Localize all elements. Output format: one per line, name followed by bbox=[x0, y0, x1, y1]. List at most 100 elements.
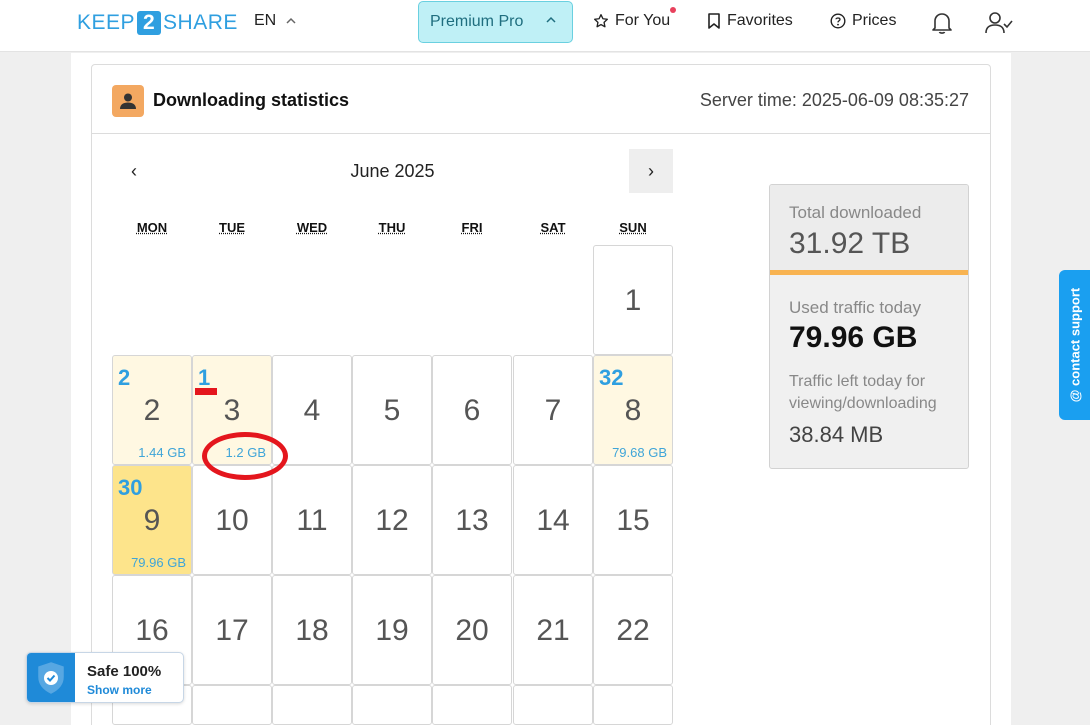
keep2share-logo[interactable]: KEEP 2 SHARE bbox=[77, 11, 238, 35]
calendar-day-17[interactable]: 17 bbox=[192, 575, 272, 685]
used-traffic-value: 79.96 GB bbox=[789, 321, 918, 354]
day-number: 12 bbox=[375, 504, 409, 537]
nav-prices[interactable]: Prices bbox=[830, 12, 896, 30]
day-number: 3 bbox=[223, 394, 241, 427]
next-month-button[interactable]: › bbox=[629, 149, 673, 193]
premium-pro-dropdown[interactable]: Premium Pro bbox=[418, 1, 573, 43]
weekday-header: FRI bbox=[461, 220, 483, 235]
nav-favorites[interactable]: Favorites bbox=[707, 12, 793, 30]
language-label: EN bbox=[254, 12, 277, 29]
premium-pro-label: Premium Pro bbox=[430, 13, 524, 30]
notifications-button[interactable] bbox=[929, 10, 955, 36]
weekday-header: THU bbox=[378, 220, 406, 235]
traffic-size: 79.68 GB bbox=[612, 445, 667, 460]
day-number: 20 bbox=[455, 614, 489, 647]
day-number: 14 bbox=[536, 504, 570, 537]
calendar-day-14[interactable]: 14 bbox=[513, 465, 593, 575]
calendar-day-cell[interactable] bbox=[593, 685, 673, 725]
calendar-day-20[interactable]: 20 bbox=[432, 575, 512, 685]
day-number: 5 bbox=[383, 394, 401, 427]
chevron-up-icon bbox=[546, 16, 556, 23]
safe-badge-title: Safe 100% bbox=[87, 663, 162, 680]
weekday-header: MON bbox=[136, 220, 168, 235]
calendar-day-12[interactable]: 12 bbox=[352, 465, 432, 575]
day-number: 9 bbox=[143, 504, 161, 537]
contact-support-label: @ contact support bbox=[1067, 287, 1082, 403]
day-number: 19 bbox=[375, 614, 409, 647]
nav-for-you-label: For You bbox=[615, 12, 671, 29]
weekday-header: TUE bbox=[219, 220, 245, 235]
card-header: Downloading statistics Server time: 2025… bbox=[92, 65, 990, 134]
user-icon bbox=[112, 85, 144, 117]
calendar-day-22[interactable]: 22 bbox=[593, 575, 673, 685]
logo-text-share: SHARE bbox=[163, 11, 238, 34]
total-downloaded-label: Total downloaded bbox=[789, 203, 922, 222]
logo-badge-2: 2 bbox=[137, 11, 162, 35]
day-number: 6 bbox=[463, 394, 481, 427]
weekday-header: SUN bbox=[619, 220, 647, 235]
calendar-day-cell[interactable] bbox=[352, 685, 432, 725]
day-number: 8 bbox=[624, 394, 642, 427]
show-more-link[interactable]: Show more bbox=[87, 683, 152, 697]
file-count: 32 bbox=[599, 365, 624, 390]
calendar-day-cell[interactable] bbox=[432, 685, 512, 725]
traffic-left-value: 38.84 MB bbox=[789, 422, 884, 447]
server-time: Server time: 2025-06-09 08:35:27 bbox=[699, 90, 969, 110]
nav-for-you[interactable]: For You bbox=[593, 12, 670, 30]
day-number: 18 bbox=[295, 614, 329, 647]
day-number: 22 bbox=[616, 614, 650, 647]
calendar-day-15[interactable]: 15 bbox=[593, 465, 673, 575]
calendar-day-cell[interactable] bbox=[272, 685, 352, 725]
bell-icon bbox=[932, 13, 952, 34]
weekday-header: SAT bbox=[540, 220, 566, 235]
day-number: 7 bbox=[544, 394, 562, 427]
calendar-day-13[interactable]: 13 bbox=[432, 465, 512, 575]
calendar-day-19[interactable]: 19 bbox=[352, 575, 432, 685]
calendar-day-18[interactable]: 18 bbox=[272, 575, 352, 685]
calendar-day-6[interactable]: 6 bbox=[432, 355, 512, 465]
shield-check-icon bbox=[27, 653, 75, 702]
calendar-day-cell[interactable] bbox=[192, 685, 272, 725]
card-title: Downloading statistics bbox=[153, 90, 350, 110]
safe-badge[interactable]: Safe 100% Show more bbox=[26, 652, 184, 703]
calendar-day-8[interactable]: 32 8 79.68 GB bbox=[593, 355, 673, 465]
day-number: 2 bbox=[143, 394, 161, 427]
account-button[interactable] bbox=[985, 10, 1013, 36]
calendar-month-label: June 2025 bbox=[350, 161, 435, 181]
nav-prices-label: Prices bbox=[852, 12, 897, 29]
day-number: 16 bbox=[135, 614, 169, 647]
weekday-header: WED bbox=[296, 220, 328, 235]
language-selector[interactable]: EN bbox=[254, 12, 296, 30]
red-circle-annotation bbox=[202, 432, 288, 480]
red-dash-annotation bbox=[195, 388, 217, 395]
calendar-day-5[interactable]: 5 bbox=[352, 355, 432, 465]
calendar-day-10[interactable]: 10 bbox=[192, 465, 272, 575]
day-number: 10 bbox=[215, 504, 249, 537]
day-number: 11 bbox=[296, 504, 328, 537]
file-count: 30 bbox=[118, 475, 143, 500]
traffic-stats-panel: Total downloaded 31.92 TB Used traffic t… bbox=[769, 184, 969, 469]
star-icon bbox=[594, 14, 608, 28]
notification-dot bbox=[670, 7, 676, 13]
traffic-size: 1.44 GB bbox=[138, 445, 186, 460]
top-navigation-bar: KEEP 2 SHARE EN Premium Pro For You Favo… bbox=[0, 0, 1090, 52]
total-downloaded-value: 31.92 TB bbox=[789, 227, 911, 260]
calendar-day-1[interactable]: 1 bbox=[593, 245, 673, 355]
day-number: 1 bbox=[624, 284, 642, 317]
logo-text-keep: KEEP bbox=[77, 11, 136, 34]
day-number: 15 bbox=[616, 504, 650, 537]
calendar-day-cell[interactable] bbox=[513, 685, 593, 725]
day-number: 13 bbox=[455, 504, 489, 537]
contact-support-tab[interactable]: @ contact support bbox=[1059, 270, 1090, 420]
calendar-day-9[interactable]: 30 9 79.96 GB bbox=[112, 465, 192, 575]
chevron-up-icon bbox=[286, 17, 296, 24]
calendar-day-7[interactable]: 7 bbox=[513, 355, 593, 465]
question-circle-icon bbox=[830, 13, 846, 29]
user-check-icon bbox=[985, 12, 1013, 34]
used-traffic-label: Used traffic today bbox=[789, 298, 921, 317]
calendar-day-21[interactable]: 21 bbox=[513, 575, 593, 685]
calendar-day-2[interactable]: 2 2 1.44 GB bbox=[112, 355, 192, 465]
calendar-day-11[interactable]: 11 bbox=[272, 465, 352, 575]
previous-month-button[interactable]: ‹ bbox=[112, 149, 156, 193]
day-number: 21 bbox=[536, 614, 570, 647]
